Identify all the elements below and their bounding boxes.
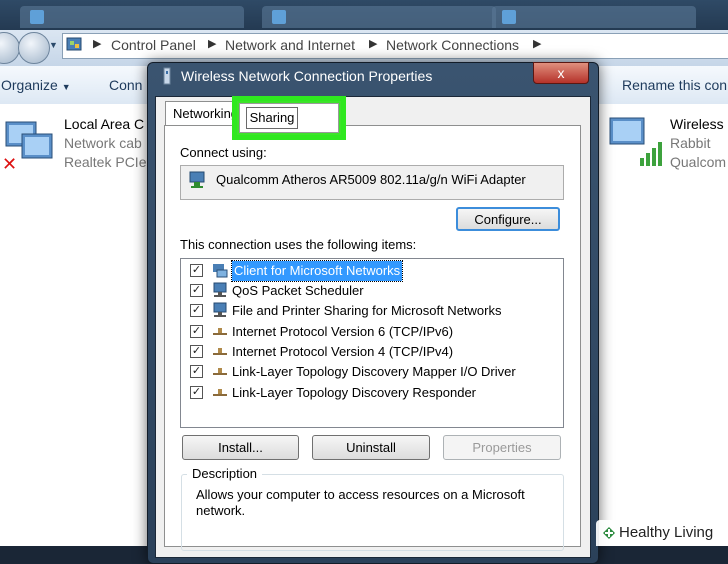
- network-connection-icon: [163, 67, 171, 85]
- tab-favicon-icon: [272, 10, 286, 24]
- protocol-icon: [213, 389, 227, 396]
- background-tab: [492, 6, 696, 28]
- item-checkbox[interactable]: ✓: [190, 284, 203, 297]
- connection-status: Network cab: [64, 135, 142, 151]
- organize-menu[interactable]: Organize ▼: [1, 77, 71, 93]
- background-tab: [20, 6, 244, 28]
- item-label: File and Printer Sharing for Microsoft N…: [232, 303, 502, 318]
- install-button[interactable]: Install...: [182, 435, 299, 460]
- leaf-icon: [603, 527, 615, 539]
- wireless-network-connection-item[interactable]: Wireless N Rabbit Qualcom: [604, 112, 728, 172]
- recent-pages-chevron-icon[interactable]: ▼: [49, 40, 58, 50]
- breadcrumb-separator-icon: ▶: [208, 38, 217, 50]
- description-text: Allows your computer to access resources…: [196, 487, 525, 518]
- control-panel-icon: [66, 37, 82, 51]
- connection-adapter: Realtek PCIe: [64, 154, 147, 170]
- wireless-network-icon: [609, 117, 662, 166]
- connection-name: Local Area C: [64, 116, 145, 132]
- item-checkbox[interactable]: ✓: [190, 365, 203, 378]
- item-checkbox[interactable]: ✓: [190, 304, 203, 317]
- rename-connection-button[interactable]: Rename this con: [622, 77, 727, 93]
- properties-button[interactable]: Properties: [443, 435, 561, 460]
- item-label: Link-Layer Topology Discovery Responder: [232, 385, 476, 400]
- watermark: Healthy Living: [596, 520, 728, 546]
- tab-networking[interactable]: Networking: [165, 101, 241, 125]
- connect-using-label: Connect using:: [180, 145, 267, 160]
- protocol-icon: [213, 348, 227, 355]
- items-label: This connection uses the following items…: [180, 237, 417, 252]
- protocol-icon: [213, 368, 227, 375]
- breadcrumb-separator-icon: ▶: [533, 38, 542, 50]
- connection-status: Rabbit: [670, 135, 711, 151]
- item-label: Link-Layer Topology Discovery Mapper I/O…: [232, 364, 516, 379]
- item-checkbox[interactable]: ✓: [190, 325, 203, 338]
- dialog-title: Wireless Network Connection Properties: [181, 68, 433, 84]
- connect-to-button[interactable]: Conn: [109, 77, 142, 93]
- protocol-icon: [213, 328, 227, 335]
- network-adapter-icon: [189, 171, 205, 188]
- service-icon: [213, 302, 227, 317]
- client-network-icon: [213, 264, 228, 278]
- forward-button[interactable]: [18, 32, 50, 64]
- breadcrumb-separator-icon: ▶: [93, 38, 102, 50]
- configure-button[interactable]: Configure...: [456, 207, 560, 231]
- description-label: Description: [187, 466, 263, 481]
- item-label: Client for Microsoft Networks: [230, 260, 404, 282]
- adapter-name: Qualcomm Atheros AR5009 802.11a/g/n WiFi…: [216, 172, 526, 187]
- background-tab: [262, 6, 496, 28]
- close-button[interactable]: x: [533, 62, 589, 84]
- watermark-text: Healthy Living: [619, 524, 714, 541]
- item-label: Internet Protocol Version 4 (TCP/IPv4): [232, 344, 454, 359]
- item-checkbox[interactable]: ✓: [190, 264, 203, 277]
- uninstall-button[interactable]: Uninstall: [312, 435, 430, 460]
- tab-sharing[interactable]: Sharing: [246, 107, 298, 129]
- item-checkbox[interactable]: ✓: [190, 386, 203, 399]
- wired-network-icon: ✕: [2, 121, 53, 172]
- connection-adapter: Qualcom: [670, 154, 727, 170]
- breadcrumb-network-connections[interactable]: Network Connections: [386, 37, 519, 53]
- chevron-down-icon: ▼: [61, 82, 71, 92]
- tab-favicon-icon: [502, 10, 516, 24]
- local-area-connection-item[interactable]: ✕ Local Area C Network cab Realtek PCIe: [0, 112, 150, 172]
- item-checkbox[interactable]: ✓: [190, 345, 203, 358]
- svg-text:✕: ✕: [2, 154, 17, 172]
- tab-favicon-icon: [30, 10, 44, 24]
- breadcrumb-separator-icon: ▶: [369, 38, 378, 50]
- item-label: QoS Packet Scheduler: [232, 283, 364, 298]
- item-label: Internet Protocol Version 6 (TCP/IPv6): [232, 324, 454, 339]
- service-icon: [213, 282, 227, 297]
- breadcrumb-control-panel[interactable]: Control Panel: [111, 37, 196, 53]
- breadcrumb-network-and-internet[interactable]: Network and Internet: [225, 37, 355, 53]
- connection-name: Wireless N: [670, 116, 728, 132]
